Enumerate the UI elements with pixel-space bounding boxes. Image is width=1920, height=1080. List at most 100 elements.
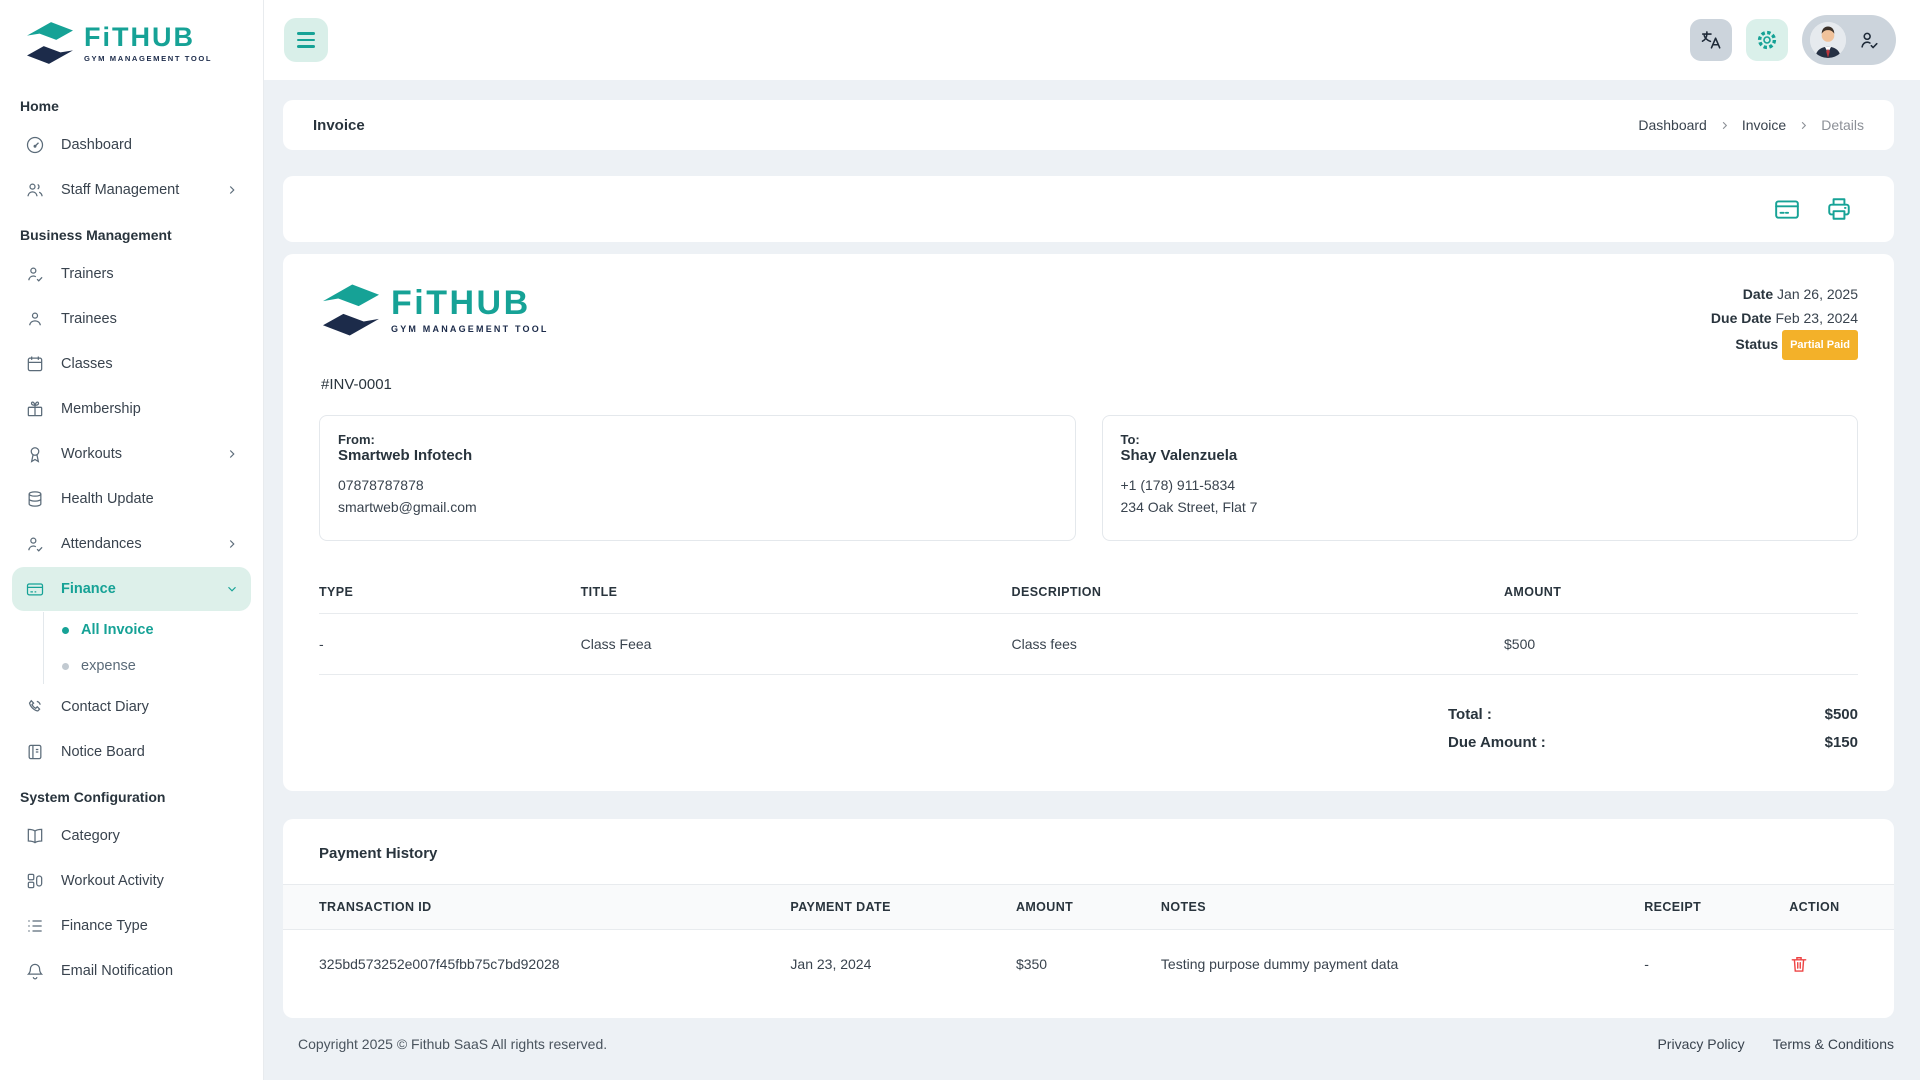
sidebar-item-trainers[interactable]: Trainers: [12, 252, 251, 296]
sidebar-item-dashboard[interactable]: Dashboard: [12, 123, 251, 167]
settings-button[interactable]: [1746, 19, 1788, 61]
credit-card-icon: [1774, 196, 1800, 222]
sidebar-item-staff-management[interactable]: Staff Management: [12, 168, 251, 212]
print-button[interactable]: [1826, 196, 1852, 222]
sidebar-item-label: Contact Diary: [61, 699, 149, 715]
total-value: $500: [1738, 701, 1858, 729]
from-label: From:: [338, 432, 1057, 447]
sidebar: FiTHUB GYM MANAGEMENT TOOL Home Dashboar…: [0, 0, 264, 1080]
invoice-items-table: TYPE TITLE DESCRIPTION AMOUNT - Class Fe…: [319, 573, 1858, 675]
sidebar-item-classes[interactable]: Classes: [12, 342, 251, 386]
invoice-toolbar-card: [283, 176, 1894, 242]
copyright-text: Copyright 2025 © Fithub SaaS All rights …: [298, 1036, 607, 1052]
to-name: Shay Valenzuela: [1121, 447, 1840, 464]
payment-date: Jan 23, 2024: [782, 930, 1008, 985]
from-name: Smartweb Infotech: [338, 447, 1057, 464]
sidebar-item-label: Staff Management: [61, 182, 179, 198]
invoice-number: #INV-0001: [321, 376, 1858, 393]
hamburger-menu-button[interactable]: [284, 18, 328, 62]
nav-section-home: Home: [10, 84, 253, 122]
chevron-right-icon: [1719, 120, 1730, 131]
delete-payment-button[interactable]: [1789, 954, 1809, 974]
user-icon: [24, 308, 46, 330]
profile-menu[interactable]: [1802, 15, 1896, 65]
profile-avatar: [1810, 22, 1846, 58]
sidebar-item-trainees[interactable]: Trainees: [12, 297, 251, 341]
chevron-right-icon: [225, 537, 239, 551]
sidebar-item-notice-board[interactable]: Notice Board: [12, 730, 251, 774]
sidebar-item-workouts[interactable]: Workouts: [12, 432, 251, 476]
printer-icon: [1826, 196, 1852, 222]
sidebar-item-finance-type[interactable]: Finance Type: [12, 904, 251, 948]
payment-header-row: TRANSACTION ID PAYMENT DATE AMOUNT NOTES…: [283, 885, 1894, 930]
finance-submenu: All Invoice expense: [43, 612, 253, 684]
bullet-icon: [62, 627, 69, 634]
sidebar-subitem-label: expense: [81, 658, 136, 674]
sidebar-item-label: Workout Activity: [61, 873, 164, 889]
invoice-date: Jan 26, 2025: [1777, 286, 1858, 302]
privacy-policy-link[interactable]: Privacy Policy: [1657, 1036, 1744, 1052]
database-icon: [24, 488, 46, 510]
bell-icon: [24, 960, 46, 982]
trash-icon: [1789, 954, 1809, 974]
invoice-due-date-label: Due Date: [1711, 310, 1772, 326]
footer: Copyright 2025 © Fithub SaaS All rights …: [283, 1018, 1894, 1080]
sidebar-item-health-update[interactable]: Health Update: [12, 477, 251, 521]
dashboard-icon: [24, 134, 46, 156]
payment-amount: $350: [1008, 930, 1153, 985]
payment-header-notes: NOTES: [1153, 885, 1636, 930]
nav-section-business: Business Management: [10, 213, 253, 251]
sidebar-item-label: Trainers: [61, 266, 114, 282]
sidebar-item-label: Membership: [61, 401, 141, 417]
sidebar-item-label: Trainees: [61, 311, 117, 327]
payment-history-table: TRANSACTION ID PAYMENT DATE AMOUNT NOTES…: [283, 884, 1894, 984]
brand-tagline: GYM MANAGEMENT TOOL: [391, 324, 549, 334]
calendar-icon: [24, 353, 46, 375]
sidebar-item-label: Email Notification: [61, 963, 173, 979]
sidebar-item-workout-activity[interactable]: Workout Activity: [12, 859, 251, 903]
invoice-due-date: Feb 23, 2024: [1775, 310, 1858, 326]
topbar: [264, 0, 1920, 80]
sidebar-item-category[interactable]: Category: [12, 814, 251, 858]
translate-button[interactable]: [1690, 19, 1732, 61]
gift-icon: [24, 398, 46, 420]
breadcrumb-dashboard[interactable]: Dashboard: [1638, 117, 1707, 133]
brand-logo-icon: [24, 20, 76, 66]
page-title: Invoice: [313, 117, 365, 134]
sidebar-item-label: Health Update: [61, 491, 154, 507]
brand-logo[interactable]: FiTHUB GYM MANAGEMENT TOOL: [10, 14, 253, 84]
user-check-icon: [24, 263, 46, 285]
invoice-card: FiTHUB GYM MANAGEMENT TOOL Date Jan 26, …: [283, 254, 1894, 791]
breadcrumb-invoice[interactable]: Invoice: [1742, 117, 1786, 133]
payment-button[interactable]: [1774, 196, 1800, 222]
item-description: Class fees: [1012, 614, 1504, 675]
brand-name: FiTHUB: [391, 286, 549, 320]
payment-header-action: ACTION: [1781, 885, 1894, 930]
bullet-icon: [62, 663, 69, 670]
sidebar-item-email-notification[interactable]: Email Notification: [12, 949, 251, 993]
breadcrumb-card: Invoice Dashboard Invoice Details: [283, 100, 1894, 150]
items-header-row: TYPE TITLE DESCRIPTION AMOUNT: [319, 573, 1858, 614]
user-check-icon: [1858, 29, 1880, 51]
items-header-type: TYPE: [319, 573, 581, 614]
settings-gear-icon: [1755, 28, 1779, 52]
sidebar-item-label: Finance: [61, 581, 116, 597]
payment-notes: Testing purpose dummy payment data: [1153, 930, 1636, 985]
sidebar-item-membership[interactable]: Membership: [12, 387, 251, 431]
terms-conditions-link[interactable]: Terms & Conditions: [1773, 1036, 1894, 1052]
sidebar-item-contact-diary[interactable]: Contact Diary: [12, 685, 251, 729]
list-icon: [24, 915, 46, 937]
payment-header-receipt: RECEIPT: [1636, 885, 1781, 930]
payment-history-card: Payment History TRANSACTION ID PAYMENT D…: [283, 819, 1894, 1018]
sidebar-item-label: Notice Board: [61, 744, 145, 760]
breadcrumb-details: Details: [1821, 117, 1864, 133]
payment-header-payment-date: PAYMENT DATE: [782, 885, 1008, 930]
sidebar-item-label: Dashboard: [61, 137, 132, 153]
sidebar-item-attendances[interactable]: Attendances: [12, 522, 251, 566]
sidebar-item-finance[interactable]: Finance: [12, 567, 251, 611]
total-label: Total :: [1448, 701, 1738, 729]
sidebar-subitem-all-invoice[interactable]: All Invoice: [44, 612, 253, 648]
due-amount-value: $150: [1738, 729, 1858, 757]
sidebar-subitem-expense[interactable]: expense: [44, 648, 253, 684]
main-area: Invoice Dashboard Invoice Details: [264, 0, 1920, 1080]
